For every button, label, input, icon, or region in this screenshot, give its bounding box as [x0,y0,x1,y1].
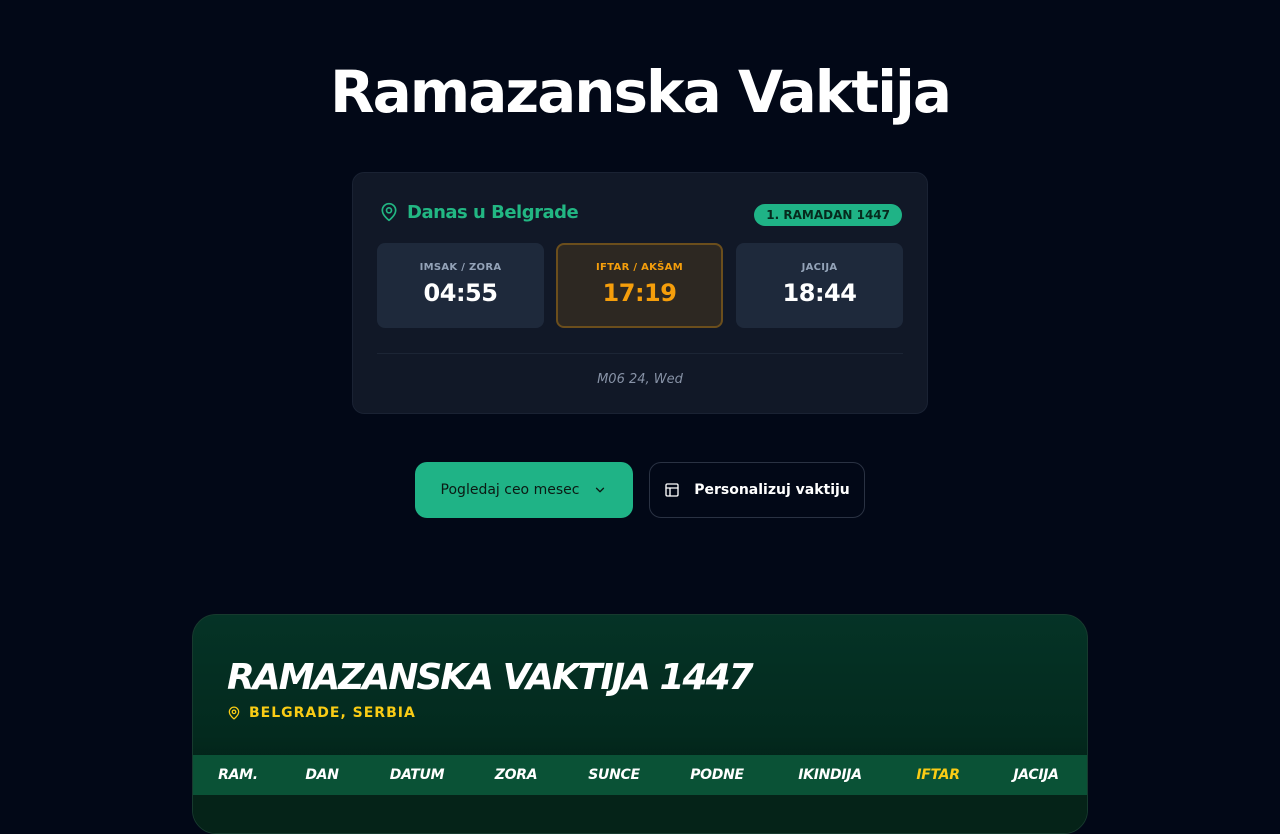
view-month-button[interactable]: Pogledaj ceo mesec [415,462,633,518]
iftar-label: IFTAR / AKŠAM [596,262,683,273]
today-location: Danas u Belgrade [379,201,579,223]
today-location-label: Danas u Belgrade [407,201,579,223]
column-header-ram[interactable]: RAM. [218,767,258,783]
month-location: BELGRADE, SERBIA [227,705,416,721]
month-location-label: BELGRADE, SERBIA [249,705,416,721]
iftar-time-box: IFTAR / AKŠAM 17:19 [556,243,723,328]
column-header-datum[interactable]: DATUM [390,767,445,783]
column-header-ikindija[interactable]: IKINDIJA [798,767,862,783]
column-header-zora[interactable]: ZORA [495,767,538,783]
gregorian-date: M06 24, Wed [597,372,683,387]
map-pin-icon [228,706,240,720]
view-month-label: Pogledaj ceo mesec [440,482,580,498]
schedule-table-header: RAM. DAN DATUM ZORA SUNCE PODNE IKINDIJA… [193,755,1087,795]
imsak-value: 04:55 [423,279,498,307]
hijri-date-badge: 1. RAMADAN 1447 [754,204,902,226]
column-header-dan[interactable]: DAN [305,767,339,783]
column-header-podne[interactable]: PODNE [690,767,744,783]
page-title: Ramazanska Vaktija [329,58,952,126]
column-header-jacija[interactable]: JACIJA [1013,767,1059,783]
map-pin-icon [381,202,397,222]
card-divider [377,353,903,354]
jacija-label: JACIJA [801,262,838,273]
chevron-down-icon [596,487,605,493]
schedule-table-body [193,795,1087,833]
imsak-time-box: IMSAK / ZORA 04:55 [377,243,544,328]
imsak-label: IMSAK / ZORA [419,262,502,273]
column-header-iftar[interactable]: IFTAR [916,767,960,783]
jacija-value: 18:44 [782,279,857,307]
column-header-sunce[interactable]: SUNCE [588,767,640,783]
customize-button[interactable]: Personalizuj vaktiju [649,462,865,518]
month-title: RAMAZANSKA VAKTIJA 1447 [227,657,754,698]
today-card: Danas u Belgrade 1. RAMADAN 1447 IMSAK /… [352,172,928,414]
layout-icon [665,483,679,497]
customize-label: Personalizuj vaktiju [694,482,850,498]
jacija-time-box: JACIJA 18:44 [736,243,903,328]
month-schedule-panel: RAMAZANSKA VAKTIJA 1447 BELGRADE, SERBIA… [192,614,1088,834]
iftar-value: 17:19 [602,279,677,307]
